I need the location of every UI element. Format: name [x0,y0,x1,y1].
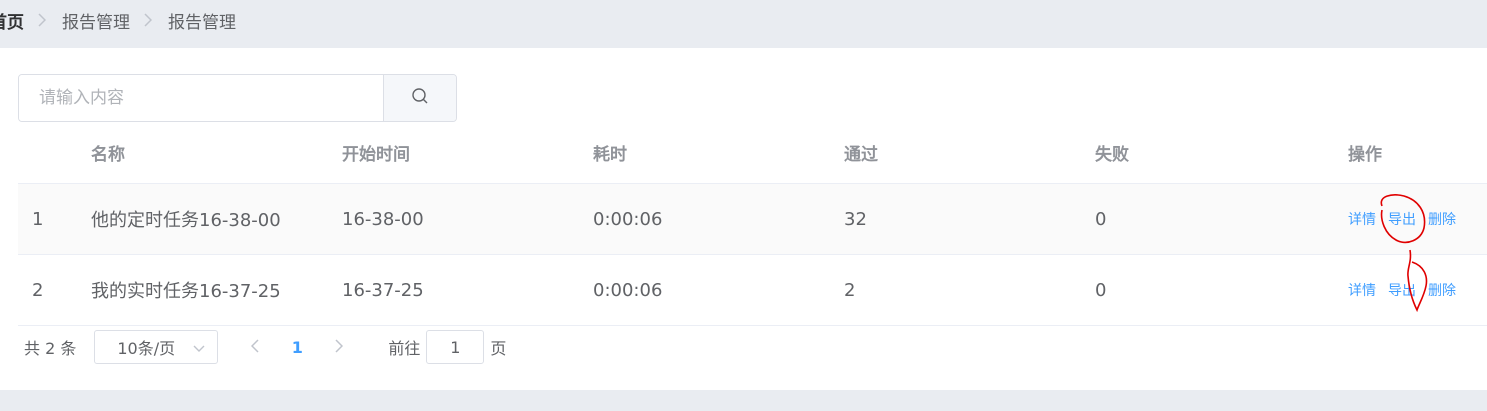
page-suffix: 页 [490,339,507,358]
chevron-right-icon [335,338,344,357]
column-header-duration: 耗时 [593,145,627,165]
breadcrumb-item-report-management[interactable]: 报告管理 [62,8,130,33]
delete-link[interactable]: 删除 [1428,280,1456,300]
column-header-start-time: 开始时间 [342,145,410,165]
prev-page-button[interactable] [230,330,280,364]
row-pass: 2 [844,279,856,301]
details-link[interactable]: 详情 [1348,280,1376,300]
total-count: 共 2 条 [24,339,77,358]
goto-label: 前往 [388,339,421,358]
breadcrumb: 首页 报告管理 报告管理 [0,0,1477,40]
row-duration: 0:00:06 [593,208,663,230]
chevron-right-icon [144,13,154,27]
row-fail: 0 [1095,279,1107,301]
column-header-pass: 通过 [844,145,878,165]
row-duration: 0:00:06 [593,279,663,301]
pagination: 共 2 条 10条/页 1 前往 页 [24,330,506,364]
goto-page-input[interactable] [426,330,485,364]
row-pass: 32 [844,208,867,230]
row-name: 他的定时任务16-38-00 [91,210,281,231]
row-actions: 详情 导出 删除 [1348,280,1487,300]
delete-link[interactable]: 删除 [1428,209,1456,229]
table-row: 1 他的定时任务16-38-00 16-38-00 0:00:06 32 0 详… [18,184,1487,255]
chevron-left-icon [251,338,259,357]
breadcrumb-item-current: 报告管理 [168,12,236,33]
column-header-fail: 失败 [1095,145,1129,165]
next-page-button[interactable] [314,330,364,364]
table-header-row: 名称 开始时间 耗时 通过 失败 操作 [18,122,1487,184]
search-bar [18,74,457,122]
row-start-time: 16-38-00 [342,208,424,230]
table-row: 2 我的实时任务16-37-25 16-37-25 0:00:06 2 0 详情… [18,255,1487,326]
main-panel: 名称 开始时间 耗时 通过 失败 操作 1 他的定时任务16-38-00 16-… [0,48,1487,390]
search-button[interactable] [383,75,456,121]
column-header-name: 名称 [91,145,125,165]
export-link[interactable]: 导出 [1388,280,1416,300]
goto-page: 前往 页 [388,330,506,364]
page-size-select[interactable]: 10条/页 [94,330,219,364]
export-link[interactable]: 导出 [1388,209,1416,229]
search-icon [411,87,429,109]
chevron-down-icon [193,338,205,357]
row-name: 我的实时任务16-37-25 [91,281,281,302]
page-size-value: 10条/页 [117,339,176,358]
row-start-time: 16-37-25 [342,279,424,301]
row-fail: 0 [1095,208,1107,230]
breadcrumb-home[interactable]: 首页 [0,8,24,33]
chevron-right-icon [38,13,48,27]
details-link[interactable]: 详情 [1348,209,1376,229]
row-index: 2 [32,279,44,301]
page-number-current[interactable]: 1 [280,338,314,357]
report-table: 名称 开始时间 耗时 通过 失败 操作 1 他的定时任务16-38-00 16-… [18,122,1487,326]
column-header-actions: 操作 [1348,145,1382,165]
row-index: 1 [32,208,44,230]
row-actions: 详情 导出 删除 [1348,209,1487,229]
search-input[interactable] [19,75,383,121]
